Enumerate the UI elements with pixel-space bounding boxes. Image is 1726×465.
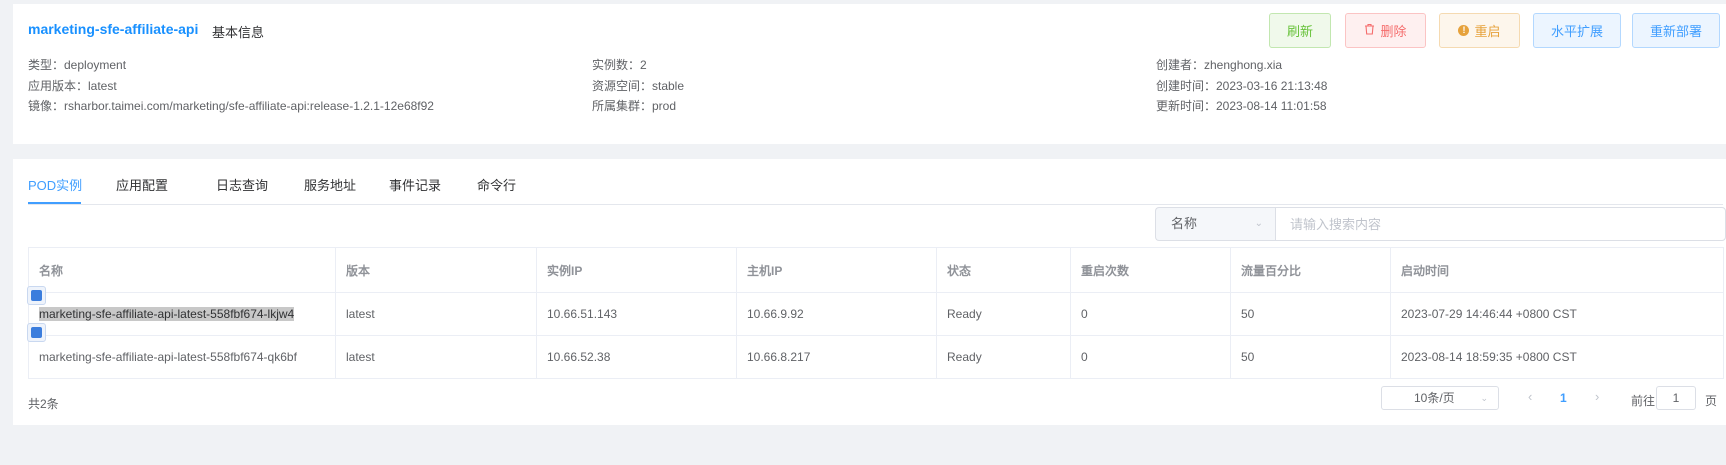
col-pod-ip[interactable]: 实例IP	[536, 247, 737, 293]
cell-start-time: 2023-07-29 14:46:44 +0800 CST	[1390, 292, 1724, 336]
cell-start-time: 2023-08-14 18:59:35 +0800 CST	[1390, 335, 1724, 379]
cell-traffic: 50	[1230, 335, 1391, 379]
info-replicas: 实例数：2	[592, 58, 647, 72]
tab-logs[interactable]: 日志查询	[216, 175, 268, 194]
delete-button-label: 删除	[1380, 24, 1407, 39]
col-host-ip[interactable]: 主机IP	[736, 247, 937, 293]
extension-icon[interactable]	[27, 286, 46, 305]
col-start-time[interactable]: 启动时间	[1390, 247, 1724, 293]
cell-pod-ip: 10.66.52.38	[536, 335, 737, 379]
pod-name-selected[interactable]: marketing-sfe-affiliate-api-latest-558fb…	[39, 307, 295, 321]
info-created: 创建时间：2023-03-16 21:13:48	[1156, 79, 1328, 93]
cell-traffic: 50	[1230, 292, 1391, 336]
cell-status: Ready	[936, 292, 1071, 336]
col-name[interactable]: 名称	[28, 247, 336, 293]
info-namespace: 资源空间：stable	[592, 79, 685, 93]
pod-panel: POD实例 应用配置 日志查询 服务地址 事件记录 命令行 名称 ⌄ 名称 版本…	[13, 159, 1726, 425]
restart-button[interactable]: ! 重启	[1439, 13, 1520, 48]
search-field-value: 名称	[1171, 216, 1198, 231]
col-version[interactable]: 版本	[335, 247, 537, 293]
goto-suffix: 页	[1705, 394, 1718, 408]
cell-host-ip: 10.66.8.217	[736, 335, 937, 379]
next-page-icon[interactable]: ›	[1595, 389, 1599, 404]
search-input[interactable]	[1275, 207, 1726, 241]
cell-version: latest	[335, 335, 537, 379]
tab-pod[interactable]: POD实例	[28, 175, 82, 194]
page-number[interactable]: 1	[1560, 391, 1567, 405]
cell-restarts: 0	[1070, 292, 1231, 336]
cell-pod-ip: 10.66.51.143	[536, 292, 737, 336]
section-title: 基本信息	[212, 25, 265, 40]
info-updated: 更新时间：2023-08-14 11:01:58	[1156, 99, 1327, 113]
tab-bar: POD实例 应用配置 日志查询 服务地址 事件记录 命令行	[28, 159, 1723, 205]
active-tab-indicator	[28, 202, 81, 204]
cell-name[interactable]: marketing-sfe-affiliate-api-latest-558fb…	[28, 292, 336, 336]
tab-events[interactable]: 事件记录	[389, 175, 441, 194]
info-type: 类型：deployment	[28, 58, 127, 72]
page-size-select[interactable]: 10条/页 ⌄	[1381, 386, 1499, 410]
tab-terminal[interactable]: 命令行	[477, 175, 516, 194]
trash-icon	[1364, 23, 1375, 38]
page-size-value: 10条/页	[1414, 391, 1455, 405]
table-row[interactable]: marketing-sfe-affiliate-api-latest-558fb…	[28, 335, 1724, 379]
info-image: 镜像：rsharbor.taimei.com/marketing/sfe-aff…	[28, 99, 434, 113]
cell-name[interactable]: marketing-sfe-affiliate-api-latest-558fb…	[28, 335, 336, 379]
refresh-button[interactable]: 刷新	[1269, 13, 1331, 48]
tab-app-config[interactable]: 应用配置	[116, 175, 168, 194]
cell-host-ip: 10.66.9.92	[736, 292, 937, 336]
scale-button-label: 水平扩展	[1550, 24, 1603, 39]
restart-button-label: 重启	[1474, 24, 1501, 39]
goto-label: 前往	[1631, 394, 1656, 408]
prev-page-icon[interactable]: ‹	[1528, 389, 1532, 404]
goto-page-input[interactable]	[1656, 386, 1696, 410]
delete-button[interactable]: 删除	[1345, 13, 1426, 48]
table-header-row: 名称 版本 实例IP 主机IP 状态 重启次数 流量百分比 启动时间	[28, 247, 1724, 293]
redeploy-button-label: 重新部署	[1649, 24, 1702, 39]
table-row[interactable]: marketing-sfe-affiliate-api-latest-558fb…	[28, 292, 1724, 336]
refresh-button-label: 刷新	[1286, 24, 1313, 39]
translate-icon[interactable]	[27, 323, 46, 342]
cell-restarts: 0	[1070, 335, 1231, 379]
col-restarts[interactable]: 重启次数	[1070, 247, 1231, 293]
chevron-down-icon: ⌄	[1480, 393, 1488, 403]
col-traffic[interactable]: 流量百分比	[1230, 247, 1391, 293]
cell-status: Ready	[936, 335, 1071, 379]
app-info-panel: marketing-sfe-affiliate-api 基本信息 刷新 删除 !…	[13, 4, 1726, 144]
col-status[interactable]: 状态	[936, 247, 1071, 293]
warning-icon: !	[1458, 25, 1470, 36]
cell-version: latest	[335, 292, 537, 336]
search-field-select[interactable]: 名称 ⌄	[1155, 207, 1275, 241]
app-name: marketing-sfe-affiliate-api	[28, 21, 199, 37]
tab-service-address[interactable]: 服务地址	[304, 175, 356, 194]
scale-button[interactable]: 水平扩展	[1533, 13, 1621, 48]
total-count: 共2条	[28, 397, 59, 411]
info-cluster: 所属集群：prod	[592, 99, 677, 113]
info-version: 应用版本：latest	[28, 79, 117, 93]
pod-table: 名称 版本 实例IP 主机IP 状态 重启次数 流量百分比 启动时间 marke…	[28, 247, 1724, 379]
chevron-down-icon: ⌄	[1254, 218, 1263, 229]
info-creator: 创建者：zhenghong.xia	[1156, 58, 1283, 72]
redeploy-button[interactable]: 重新部署	[1632, 13, 1720, 48]
